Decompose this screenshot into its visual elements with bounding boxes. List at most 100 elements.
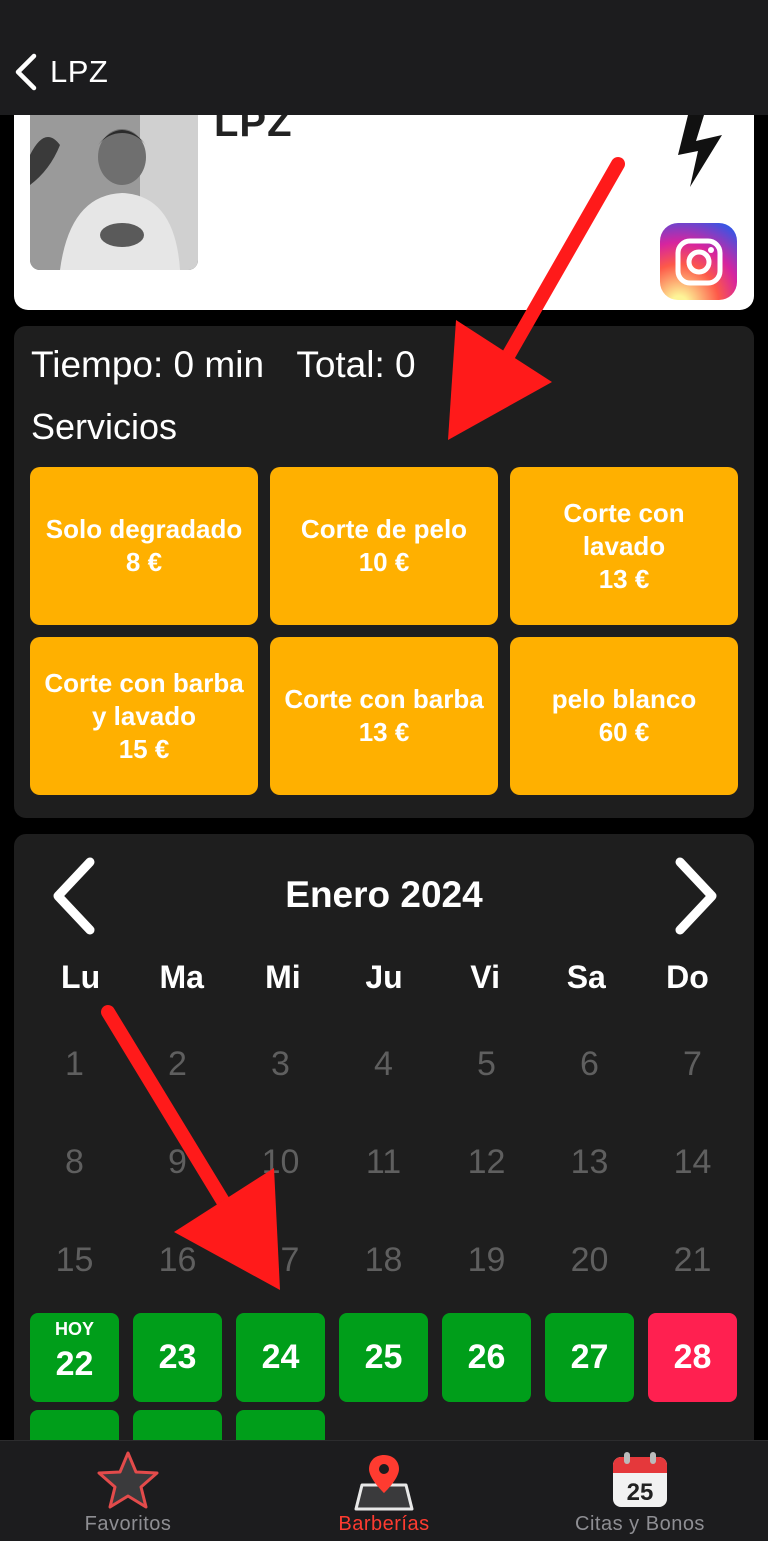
- service-button[interactable]: Corte de pelo 10 €: [270, 467, 498, 625]
- service-price: 13 €: [358, 717, 410, 747]
- day-number: 14: [673, 1143, 712, 1181]
- service-price: 8 €: [125, 547, 163, 577]
- calendar-day-past: 17: [236, 1216, 325, 1305]
- day-number: 9: [168, 1143, 187, 1181]
- calendar-day-available[interactable]: 25: [339, 1313, 428, 1402]
- services-section: Tiempo: 0 min Total: 0 Servicios Solo de…: [14, 326, 754, 818]
- calendar-day-past: 6: [545, 1020, 634, 1109]
- service-button[interactable]: Corte con lavado 13 €: [510, 467, 738, 625]
- calendar-day-past: 2: [133, 1020, 222, 1109]
- barber-photo: [30, 115, 198, 270]
- service-name: Corte con lavado: [563, 497, 685, 561]
- weekday-label: Ma: [159, 959, 204, 995]
- day-number: 7: [683, 1045, 702, 1083]
- instagram-glyph: [675, 238, 722, 285]
- day-number: 20: [570, 1241, 609, 1279]
- calendar-day-available[interactable]: 24: [236, 1313, 325, 1402]
- barber-name: LPZ: [214, 115, 293, 145]
- map-pin-icon: [354, 1455, 414, 1511]
- calendar-day-past: 8: [30, 1118, 119, 1207]
- calendar-day-past: 18: [339, 1216, 428, 1305]
- calendar-section: Enero 2024 Lu Ma Mi Ju Vi Sa Do 12345678…: [14, 834, 754, 1474]
- calendar-icon: 25: [613, 1452, 667, 1507]
- weekday-label: Vi: [470, 959, 500, 995]
- calendar-day-past: 12: [442, 1118, 531, 1207]
- service-button[interactable]: Corte con barba 13 €: [270, 637, 498, 795]
- service-price: 60 €: [598, 717, 650, 747]
- calendar-day-past: 19: [442, 1216, 531, 1305]
- calendar-day-past: 16: [133, 1216, 222, 1305]
- day-number: 18: [364, 1241, 403, 1279]
- weekday-label: Sa: [566, 959, 606, 995]
- star-icon: [97, 1451, 159, 1509]
- nav-title: LPZ: [50, 54, 109, 89]
- tab-favoritos[interactable]: Favoritos: [0, 1441, 256, 1541]
- calendar-day-past: 7: [648, 1020, 737, 1109]
- day-number: 28: [673, 1338, 712, 1376]
- calendar-day-past: 9: [133, 1118, 222, 1207]
- day-number: 6: [580, 1045, 599, 1083]
- day-number: 10: [261, 1143, 300, 1181]
- next-month-button[interactable]: [666, 854, 720, 938]
- calendar-day-past: 5: [442, 1020, 531, 1109]
- weekday-label: Do: [666, 959, 709, 995]
- day-number: 12: [467, 1143, 506, 1181]
- weekday-label: Mi: [265, 959, 301, 995]
- day-number: 5: [477, 1045, 496, 1083]
- calendar-day-past: 21: [648, 1216, 737, 1305]
- calendar-day-available[interactable]: 27: [545, 1313, 634, 1402]
- calendar-day-available[interactable]: 23: [133, 1313, 222, 1402]
- calendar-day-past: 14: [648, 1118, 737, 1207]
- calendar-day-past: 11: [339, 1118, 428, 1207]
- barber-profile-card: LPZ: [14, 115, 754, 310]
- instagram-icon[interactable]: [660, 223, 737, 300]
- service-price: 15 €: [118, 733, 170, 764]
- calendar-day-closed[interactable]: 28: [648, 1313, 737, 1402]
- calendar-day-past: 20: [545, 1216, 634, 1305]
- calendar-day-past: 13: [545, 1118, 634, 1207]
- service-name: pelo blanco: [551, 684, 697, 714]
- calendar-day-available[interactable]: HOY 22: [30, 1313, 119, 1402]
- today-label: HOY: [54, 1319, 94, 1339]
- time-summary: Tiempo: 0 min: [31, 344, 265, 385]
- tab-label: Favoritos: [84, 1513, 172, 1535]
- service-name: Solo degradado: [45, 514, 243, 544]
- day-number: 1: [65, 1045, 84, 1083]
- service-price: 10 €: [358, 547, 410, 577]
- day-number: 4: [374, 1045, 393, 1083]
- total-summary: Total: 0: [296, 344, 416, 385]
- weekday-header: Lu Ma Mi Ju Vi Sa Do: [30, 959, 738, 996]
- day-number: 19: [467, 1241, 506, 1279]
- back-button[interactable]: LPZ: [12, 50, 122, 94]
- day-number: 13: [570, 1143, 609, 1181]
- tab-citas-y-bonos[interactable]: 25 Citas y Bonos: [512, 1441, 768, 1541]
- weekday-label: Lu: [61, 959, 101, 995]
- calendar-day-past: 15: [30, 1216, 119, 1305]
- calendar-day-available[interactable]: 26: [442, 1313, 531, 1402]
- day-number: 16: [158, 1241, 197, 1279]
- navigation-bar: LPZ: [0, 0, 768, 115]
- day-number: 21: [673, 1241, 712, 1279]
- booking-summary: Tiempo: 0 min Total: 0: [31, 344, 416, 386]
- day-number: 11: [365, 1143, 402, 1181]
- service-button[interactable]: Solo degradado 8 €: [30, 467, 258, 625]
- day-number: 8: [65, 1143, 84, 1181]
- weekday-label: Ju: [365, 959, 403, 995]
- calendar-day-past: 3: [236, 1020, 325, 1109]
- lightning-bolt-icon: [678, 115, 722, 187]
- day-number: 26: [467, 1338, 506, 1376]
- service-button[interactable]: pelo blanco 60 €: [510, 637, 738, 795]
- day-number: 23: [158, 1338, 197, 1376]
- tab-label: Barberías: [338, 1513, 430, 1535]
- tab-label: Citas y Bonos: [575, 1513, 705, 1535]
- tab-bar: Favoritos Barberías 25 Citas y Bonos: [0, 1440, 768, 1541]
- day-number: 2: [168, 1045, 187, 1083]
- barber-photo-illustration: [30, 115, 198, 270]
- day-number: 3: [271, 1045, 290, 1083]
- tab-barberias[interactable]: Barberías: [256, 1441, 512, 1541]
- service-price: 13 €: [598, 563, 650, 594]
- services-title: Servicios: [31, 406, 178, 447]
- day-number: 25: [364, 1338, 403, 1376]
- service-button[interactable]: Corte con barba y lavado 15 €: [30, 637, 258, 795]
- chevron-right-icon: [675, 857, 717, 935]
